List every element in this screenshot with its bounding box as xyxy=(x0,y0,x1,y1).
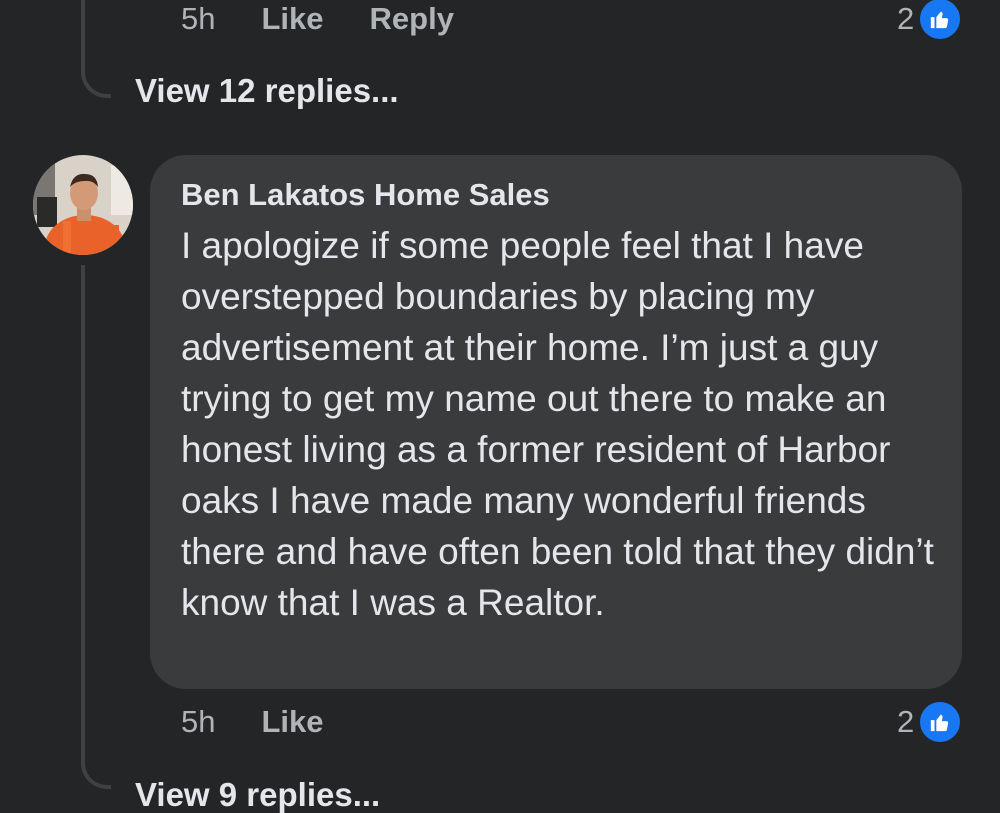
comments-thread: 5h Like Reply 2 View 12 replies... Ben L… xyxy=(0,0,1000,813)
comment-timestamp: 5h xyxy=(181,704,216,739)
thread-connector-curve xyxy=(81,755,111,789)
thumbs-up-icon xyxy=(918,700,963,744)
thread-connector-curve xyxy=(81,64,111,98)
view-replies-link[interactable]: View 12 replies... xyxy=(135,72,399,110)
comment-bubble: Ben Lakatos Home Sales I apologize if so… xyxy=(150,155,962,689)
comment-text: I apologize if some people feel that I h… xyxy=(181,225,934,623)
reaction-count: 2 xyxy=(897,1,915,36)
comment-actions: 5h Like xyxy=(181,703,370,741)
comment-reactions[interactable]: 2 xyxy=(897,700,963,744)
avatar[interactable] xyxy=(33,155,133,255)
view-replies-link[interactable]: View 9 replies... xyxy=(135,776,380,813)
like-button[interactable]: Like xyxy=(261,704,323,740)
comment-author[interactable]: Ben Lakatos Home Sales xyxy=(181,175,932,215)
reaction-count: 2 xyxy=(897,704,915,739)
thread-connector-line xyxy=(81,0,85,64)
previous-comment-reactions[interactable]: 2 xyxy=(897,0,963,41)
comment-timestamp: 5h xyxy=(181,1,216,36)
like-button[interactable]: Like xyxy=(261,1,323,37)
thumbs-up-icon xyxy=(918,0,963,41)
reply-button[interactable]: Reply xyxy=(370,1,454,37)
previous-comment-actions: 5h Like Reply xyxy=(181,0,500,38)
thread-connector-line xyxy=(81,265,85,755)
